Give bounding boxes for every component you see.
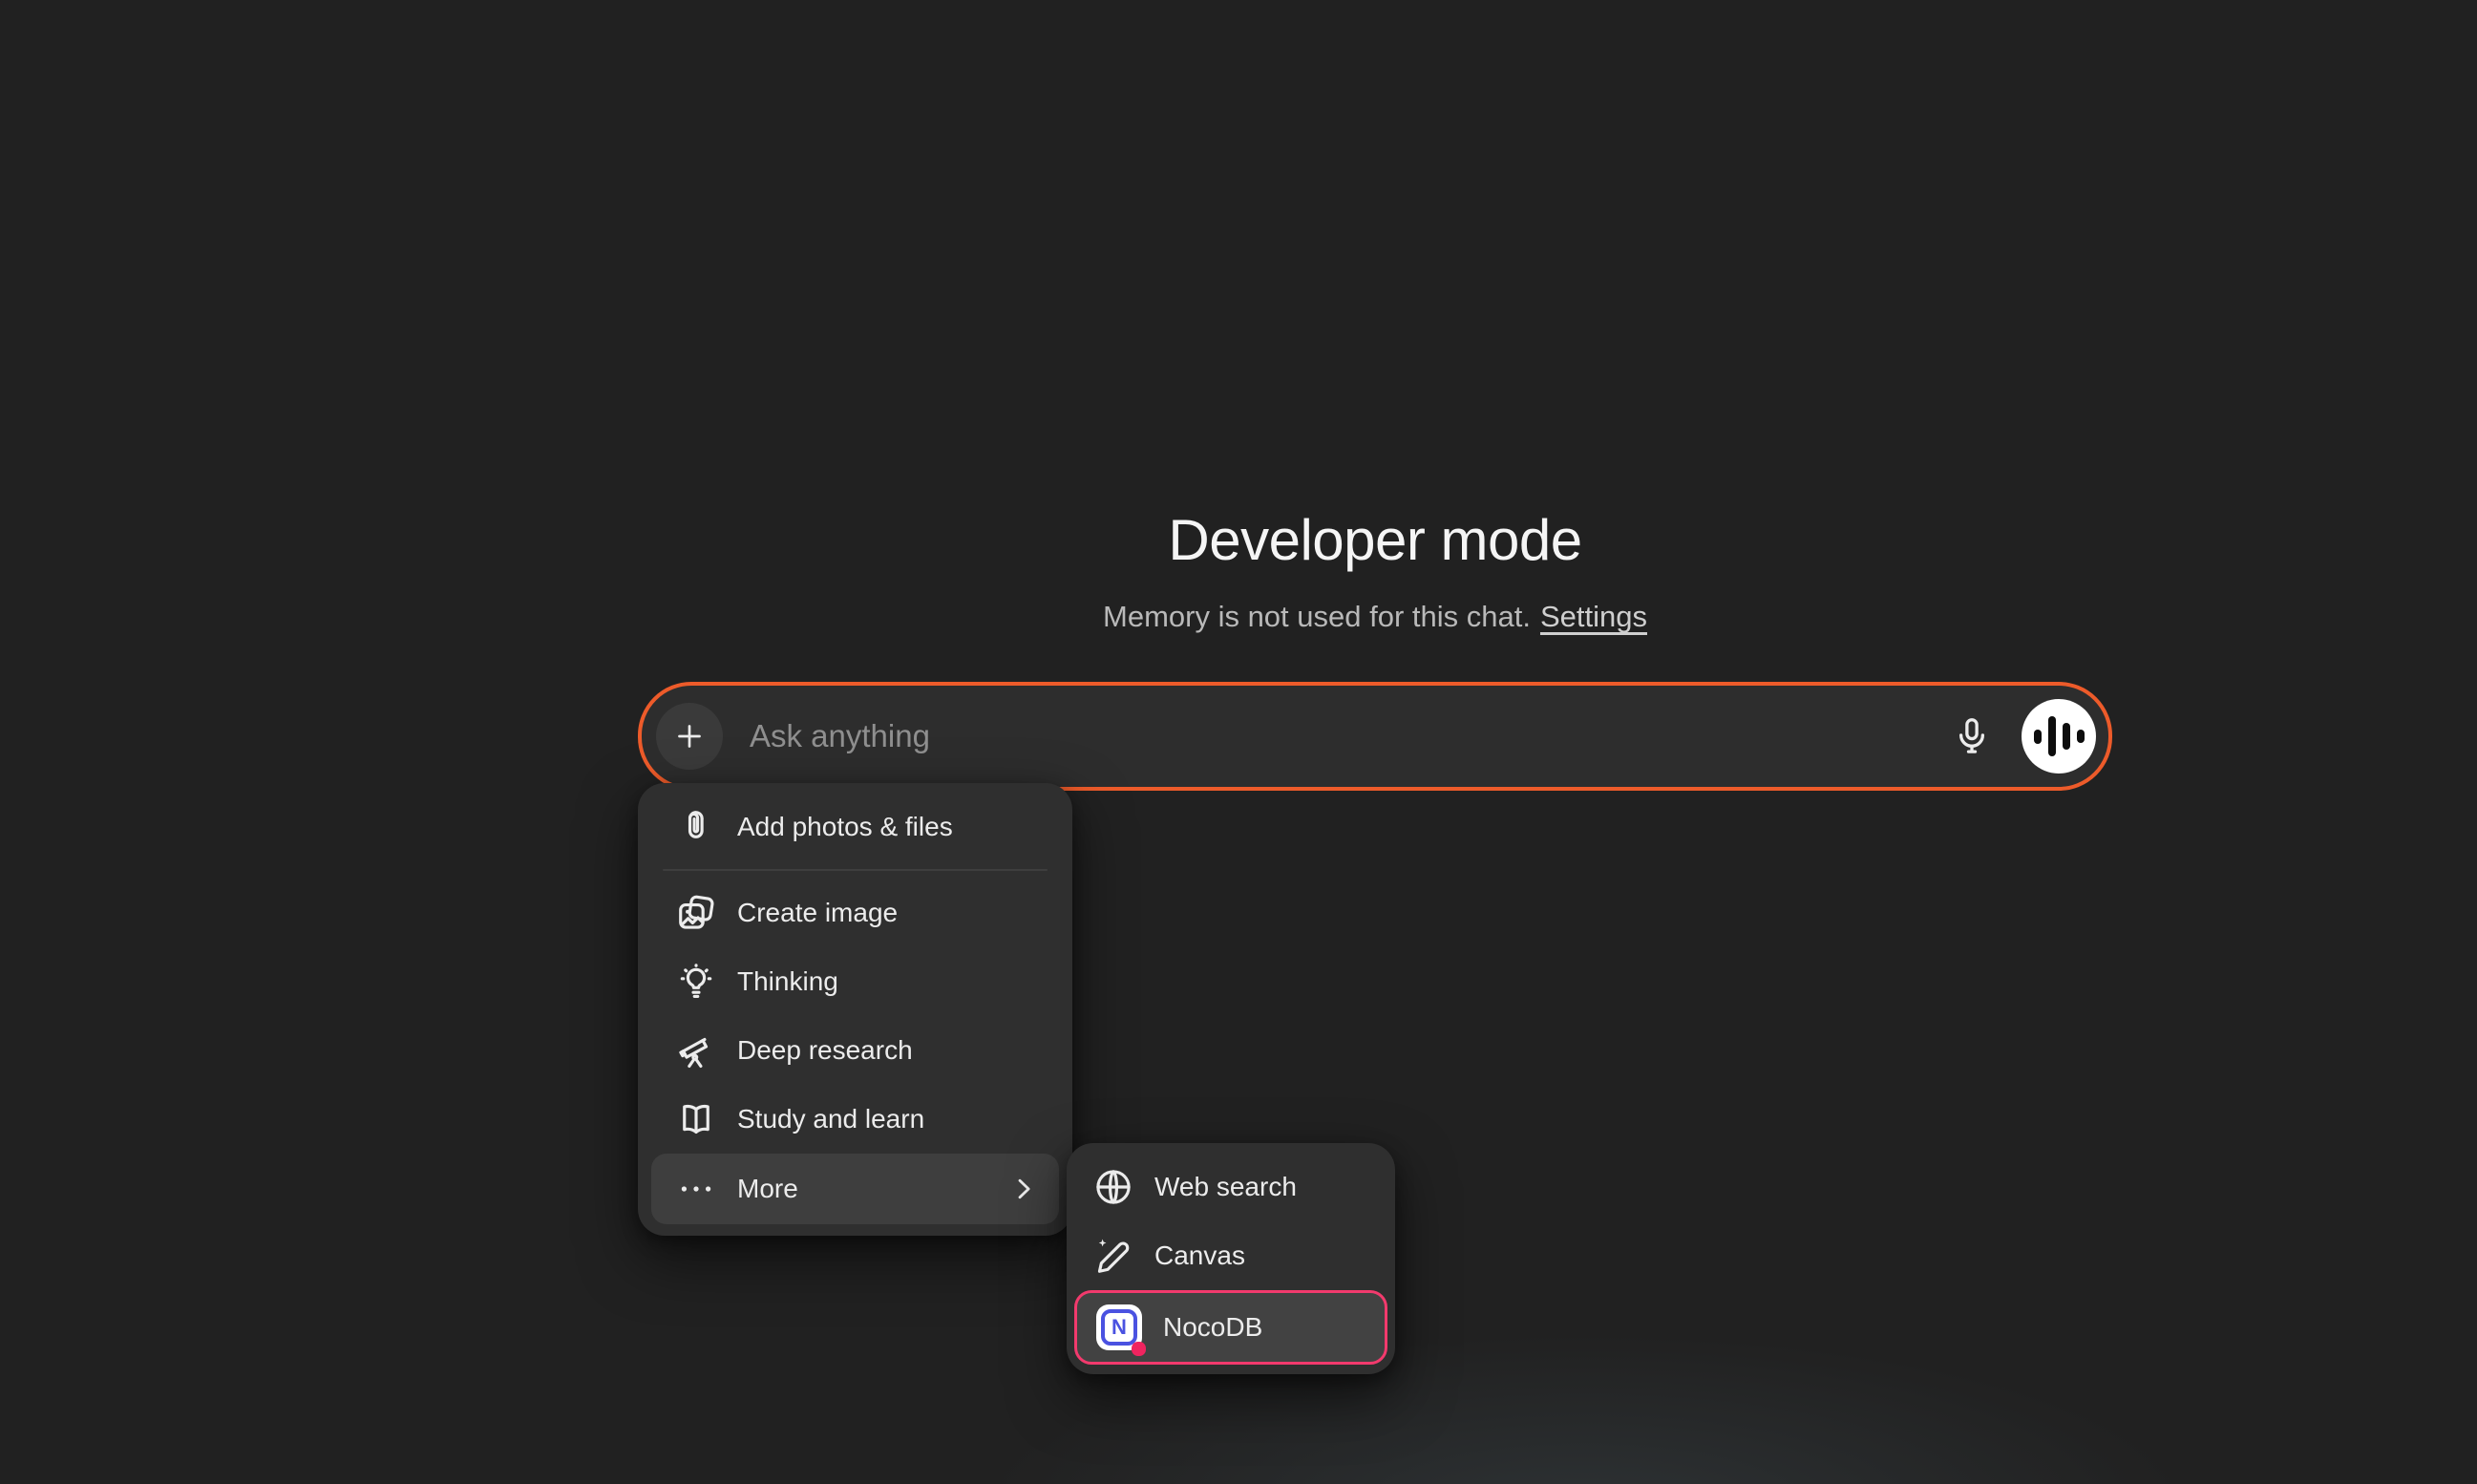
menu-item-label: Thinking <box>737 966 838 997</box>
microphone-icon <box>1951 715 1993 757</box>
menu-item-label: More <box>737 1174 798 1204</box>
menu-item-label: Create image <box>737 898 898 928</box>
more-submenu: Web search Canvas N NocoDB <box>1067 1143 1395 1374</box>
settings-link[interactable]: Settings <box>1540 600 1647 633</box>
submenu-item-label: NocoDB <box>1163 1312 1262 1343</box>
dictate-button[interactable] <box>1943 708 2001 765</box>
menu-item-thinking[interactable]: Thinking <box>651 947 1059 1016</box>
add-attachment-button[interactable] <box>656 703 723 770</box>
page-title: Developer mode <box>638 510 2112 571</box>
voice-wave-bar <box>2034 730 2042 744</box>
lightbulb-icon <box>676 962 716 1002</box>
telescope-icon <box>676 1030 716 1071</box>
globe-icon <box>1093 1167 1133 1207</box>
menu-item-label: Add photos & files <box>737 812 953 842</box>
voice-wave-bar <box>2048 716 2056 756</box>
menu-item-more[interactable]: More <box>651 1154 1059 1224</box>
menu-item-study-and-learn[interactable]: Study and learn <box>651 1085 1059 1154</box>
hero-section: Developer mode Memory is not used for th… <box>638 510 2112 634</box>
voice-wave-bar <box>2077 730 2085 743</box>
voice-wave-bar <box>2063 723 2070 750</box>
voice-mode-button[interactable] <box>2022 699 2096 774</box>
submenu-item-label: Canvas <box>1154 1240 1245 1271</box>
menu-item-add-photos-files[interactable]: Add photos & files <box>651 793 1059 861</box>
submenu-item-nocodb[interactable]: N NocoDB <box>1074 1290 1387 1365</box>
menu-divider <box>663 869 1048 871</box>
image-icon <box>676 893 716 933</box>
paperclip-icon <box>676 807 716 847</box>
plus-icon <box>672 719 707 753</box>
pencil-sparkle-icon <box>1093 1236 1133 1276</box>
ellipsis-icon <box>676 1169 716 1209</box>
memory-notice-text: Memory is not used for this chat. <box>1103 600 1531 633</box>
submenu-item-canvas[interactable]: Canvas <box>1074 1221 1387 1290</box>
nocodb-letter: N <box>1101 1309 1137 1346</box>
menu-item-create-image[interactable]: Create image <box>651 879 1059 947</box>
submenu-item-web-search[interactable]: Web search <box>1074 1153 1387 1221</box>
nocodb-notification-dot <box>1132 1342 1146 1356</box>
nocodb-logo-icon: N <box>1096 1304 1142 1350</box>
submenu-item-label: Web search <box>1154 1172 1297 1202</box>
book-open-icon <box>676 1099 716 1139</box>
chevron-right-icon <box>1007 1173 1040 1205</box>
tools-menu: Add photos & files Create image Thinking <box>638 783 1072 1236</box>
menu-item-deep-research[interactable]: Deep research <box>651 1016 1059 1085</box>
prompt-input[interactable] <box>750 718 1943 754</box>
menu-item-label: Deep research <box>737 1035 913 1066</box>
composer <box>638 682 2112 791</box>
memory-notice: Memory is not used for this chat. Setting… <box>638 600 2112 634</box>
menu-item-label: Study and learn <box>737 1104 924 1134</box>
